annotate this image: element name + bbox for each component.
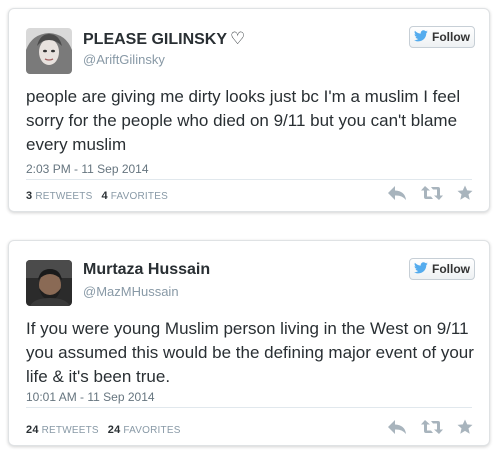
- retweet-count[interactable]: 3: [26, 190, 32, 202]
- tweet-card: Murtaza Hussain @MazMHussain Follow If y…: [8, 240, 490, 446]
- favorite-count[interactable]: 4: [101, 190, 107, 202]
- tweet-stats: 3 RETWEETS 4 FAVORITES: [26, 190, 168, 202]
- tweet-text: people are giving me dirty looks just bc…: [26, 87, 461, 154]
- twitter-bird-icon: [414, 261, 432, 277]
- divider: [26, 179, 472, 180]
- retweet-count[interactable]: 24: [26, 424, 39, 436]
- display-name[interactable]: PLEASE GILINSKY ♡: [83, 29, 245, 49]
- twitter-bird-icon: [414, 29, 432, 45]
- heart-symbol: ♡: [230, 29, 246, 48]
- reply-icon[interactable]: [387, 419, 407, 435]
- reply-icon[interactable]: [387, 185, 407, 201]
- retweets-label[interactable]: RETWEETS: [35, 191, 92, 202]
- user-handle[interactable]: @AriftGilinsky: [83, 52, 165, 67]
- favorite-icon[interactable]: [457, 185, 473, 201]
- retweets-label[interactable]: RETWEETS: [42, 425, 99, 436]
- retweet-icon[interactable]: [421, 185, 443, 201]
- retweet-icon[interactable]: [421, 419, 443, 435]
- favorites-label[interactable]: FAVORITES: [123, 425, 180, 436]
- avatar[interactable]: [26, 260, 72, 306]
- favorite-icon[interactable]: [457, 419, 473, 435]
- tweet-card: PLEASE GILINSKY ♡ @AriftGilinsky Follow p…: [8, 8, 490, 212]
- display-name-text: PLEASE GILINSKY: [83, 31, 228, 48]
- tweet-text: If you were young Muslim person living i…: [26, 319, 474, 386]
- display-name[interactable]: Murtaza Hussain: [83, 261, 210, 279]
- favorites-label[interactable]: FAVORITES: [111, 191, 168, 202]
- user-handle[interactable]: @MazMHussain: [83, 284, 179, 299]
- tweet-timestamp[interactable]: 10:01 AM - 11 Sep 2014: [26, 390, 155, 404]
- avatar[interactable]: [26, 28, 72, 74]
- follow-button[interactable]: Follow: [409, 26, 475, 48]
- follow-label: Follow: [432, 30, 470, 44]
- tweet-actions: [387, 185, 473, 201]
- follow-label: Follow: [432, 262, 470, 276]
- divider: [26, 407, 472, 408]
- tweet-timestamp[interactable]: 2:03 PM - 11 Sep 2014: [26, 162, 149, 176]
- favorite-count[interactable]: 24: [108, 424, 121, 436]
- tweet-actions: [387, 419, 473, 435]
- tweet-stats: 24 RETWEETS 24 FAVORITES: [26, 424, 181, 436]
- follow-button[interactable]: Follow: [409, 258, 475, 280]
